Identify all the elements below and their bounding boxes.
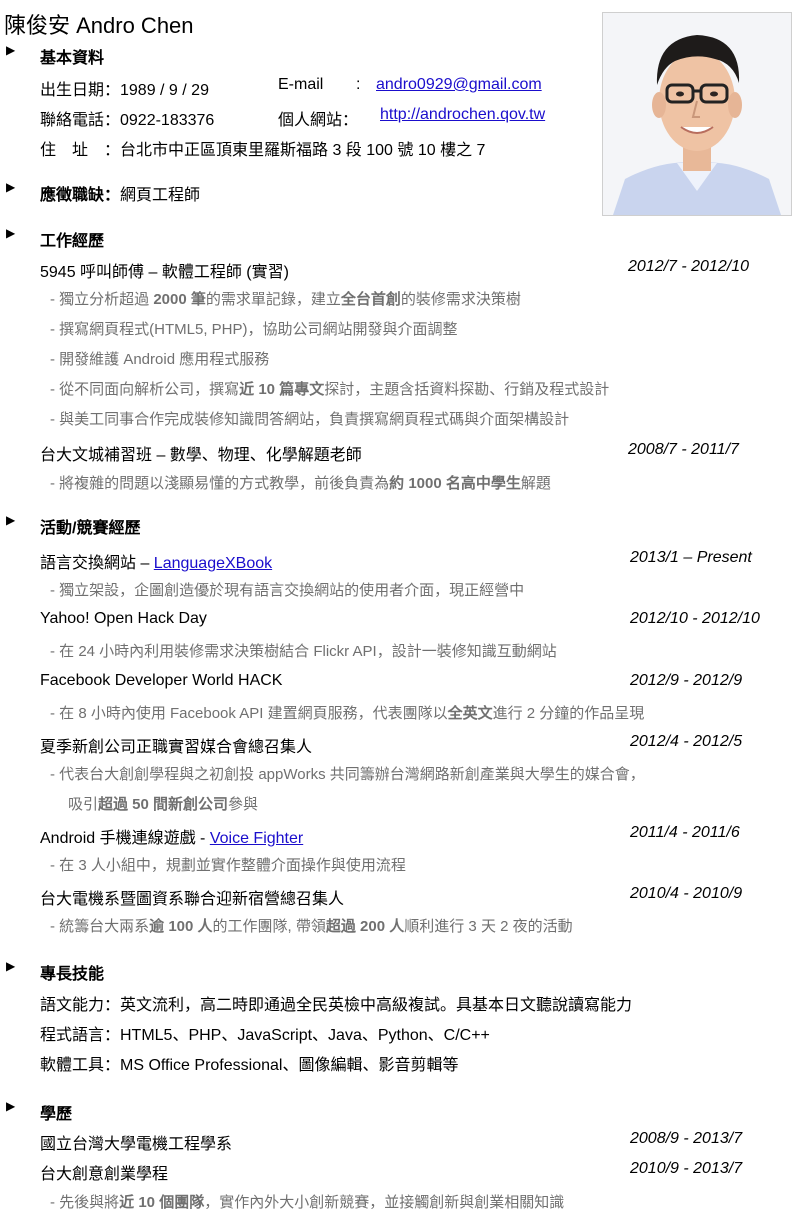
resume-name: 陳俊安 Andro Chen [4, 13, 194, 38]
activity-title: Yahoo! Open Hack Day [40, 610, 207, 627]
job-item-text: - 將複雜的問題以淺顯易懂的方式教學，前後負責為 [50, 475, 390, 492]
activity-item: - 代表台大創創學程與之初創投 appWorks 共同籌辦台灣網路新創產業與大學… [50, 766, 645, 783]
activity-title: 語言交換網站 – LanguageXBook [40, 549, 272, 573]
phone: 聯絡電話：0922-183376 [40, 112, 215, 129]
job-item-highlight: 全台首創 [340, 291, 401, 308]
activity-item-continued: 吸引超過 50 間新創公司參與 [68, 793, 258, 814]
email-label: E-mail [278, 76, 324, 93]
website-label: 個人網站： [278, 112, 359, 129]
job-item-text: 的需求單記錄，建立 [205, 291, 341, 308]
activity-title-text: 語言交換網站 – [40, 555, 154, 572]
activity-item-text: 順利進行 3 天 2 夜的活動 [404, 918, 573, 935]
job-item-text: 探討，主題含括資料探勘、行銷及程式設計 [324, 381, 610, 398]
activity-item: - 獨立架設，企圖創造優於現有語言交換網站的使用者介面，現正經營中 [50, 582, 525, 599]
skill-programming: 程式語言：HTML5、PHP、JavaScript、Java、Python、C/… [40, 1027, 490, 1044]
section-bullet-icon: ▶ [6, 959, 16, 973]
activity-title-text: Android 手機連線遊戲 - [40, 830, 210, 847]
job-item: - 獨立分析超過 2000 筆的需求單記錄，建立全台首創的裝修需求決策樹 [50, 288, 521, 309]
job-item: - 將複雜的問題以淺顯易懂的方式教學，前後負責為約 1000 名高中學生解題 [50, 472, 551, 493]
position-value: 網頁工程師 [120, 187, 201, 204]
activity-item-highlight: 全英文 [447, 705, 493, 722]
job-title: 5945 呼叫師傅 – 軟體工程師 (實習) [40, 264, 289, 281]
job-item-text: - 從不同面向解析公司，撰寫 [50, 381, 240, 398]
activity-item: - 在 3 人小組中，規劃並實作整體介面操作與使用流程 [50, 857, 406, 874]
activity-date: 2012/9 - 2012/9 [630, 672, 743, 689]
position-row: 應徵職缺：網頁工程師 [40, 181, 200, 205]
languagexbook-link[interactable]: LanguageXBook [154, 555, 272, 572]
activity-date: 2011/4 - 2011/6 [630, 824, 740, 841]
voice-fighter-link[interactable]: Voice Fighter [210, 830, 303, 847]
skill-software: 軟體工具：MS Office Professional、圖像編輯、影音剪輯等 [40, 1057, 459, 1074]
section-bullet-icon: ▶ [6, 180, 16, 194]
job-item-text: 的裝修需求決策樹 [400, 291, 521, 308]
birth-date: 出生日期：1989 / 9 / 29 [40, 82, 209, 99]
profile-photo [602, 12, 792, 216]
section-bullet-icon: ▶ [6, 1099, 16, 1113]
job-date: 2008/7 - 2011/7 [628, 441, 739, 458]
education-title: 台大創意創業學程 [40, 1166, 169, 1183]
activity-item-text: 的工作團隊, 帶領 [212, 918, 326, 935]
section-basic-title: 基本資料 [40, 50, 105, 67]
job-title: 台大文城補習班 – 數學、物理、化學解題老師 [40, 447, 362, 464]
education-item: - 先後與將近 10 個團隊，實作內外大小創新競賽，並接觸創新與創業相關知識 [50, 1191, 564, 1212]
activity-date: 2010/4 - 2010/9 [630, 885, 743, 902]
section-bullet-icon: ▶ [6, 513, 16, 527]
activity-item-highlight: 超過 200 人 [325, 918, 405, 935]
job-date: 2012/7 - 2012/10 [628, 258, 749, 275]
section-education-title: 學歷 [40, 1106, 73, 1123]
section-activities-title: 活動/競賽經歷 [40, 520, 141, 537]
education-date: 2008/9 - 2013/7 [630, 1130, 743, 1147]
job-item: - 開發維護 Android 應用程式服務 [50, 351, 270, 368]
activity-title: 夏季新創公司正職實習媒合會總召集人 [40, 739, 313, 756]
section-skills-title: 專長技能 [40, 966, 105, 983]
email-colon: : [356, 76, 361, 93]
activity-item: - 統籌台大兩系逾 100 人的工作團隊, 帶領超過 200 人順利進行 3 天… [50, 915, 573, 936]
section-position-title: 應徵職缺： [40, 187, 121, 204]
activity-title: 台大電機系暨圖資系聯合迎新宿營總召集人 [40, 891, 345, 908]
section-bullet-icon: ▶ [6, 43, 16, 57]
skill-language: 語文能力：英文流利，高二時即通過全民英檢中高級複試。具基本日文聽說讀寫能力 [40, 997, 633, 1014]
activity-title: Android 手機連線遊戲 - Voice Fighter [40, 824, 303, 848]
education-title: 國立台灣大學電機工程學系 [40, 1136, 233, 1153]
website-link[interactable]: http://androchen.qov.tw [380, 106, 545, 124]
activity-item: - 在 24 小時內利用裝修需求決策樹結合 Flickr API，設計一裝修知識… [50, 643, 557, 660]
activity-item-text: 吸引 [68, 796, 99, 813]
education-date: 2010/9 - 2013/7 [630, 1160, 743, 1177]
job-item-highlight: 約 1000 名高中學生 [389, 475, 521, 492]
email-link[interactable]: andro0929@gmail.com [376, 76, 542, 94]
job-item-highlight: 近 10 篇專文 [239, 381, 325, 398]
address: 住 址 ：台北市中正區頂東里羅斯福路 3 段 100 號 10 樓之 7 [40, 142, 486, 159]
activity-item-highlight: 超過 50 間新創公司 [98, 796, 229, 813]
section-work-title: 工作經歷 [40, 233, 105, 250]
activity-item-text: 進行 2 分鐘的作品呈現 [492, 705, 645, 722]
job-item: - 從不同面向解析公司，撰寫近 10 篇專文探討，主題含括資料探勘、行銷及程式設… [50, 378, 609, 399]
activity-date: 2013/1 – Present [630, 549, 752, 566]
activity-item-text: - 在 8 小時內使用 Facebook API 建置網頁服務，代表團隊以 [50, 705, 448, 722]
portrait-illustration [603, 13, 791, 215]
activity-item: - 在 8 小時內使用 Facebook API 建置網頁服務，代表團隊以全英文… [50, 702, 644, 723]
activity-item-text: - 統籌台大兩系 [50, 918, 150, 935]
activity-date: 2012/4 - 2012/5 [630, 733, 743, 750]
activity-item-highlight: 逾 100 人 [149, 918, 213, 935]
job-item-text: 解題 [520, 475, 551, 492]
activity-date: 2012/10 - 2012/10 [630, 610, 760, 627]
section-bullet-icon: ▶ [6, 226, 16, 240]
job-item: - 撰寫網頁程式(HTML5, PHP)，協助公司網站開發與介面調整 [50, 321, 458, 338]
job-item: - 與美工同事合作完成裝修知識問答網站，負責撰寫網頁程式碼與介面架構設計 [50, 411, 570, 428]
job-item-text: - 獨立分析超過 [50, 291, 154, 308]
activity-title: Facebook Developer World HACK [40, 672, 283, 689]
job-item-highlight: 2000 筆 [153, 291, 206, 308]
education-item-text: - 先後與將 [50, 1194, 120, 1211]
education-item-text: ，實作內外大小創新競賽，並接觸創新與創業相關知識 [204, 1194, 565, 1211]
activity-item-text: 參與 [228, 796, 259, 813]
education-item-highlight: 近 10 個團隊 [119, 1194, 205, 1211]
